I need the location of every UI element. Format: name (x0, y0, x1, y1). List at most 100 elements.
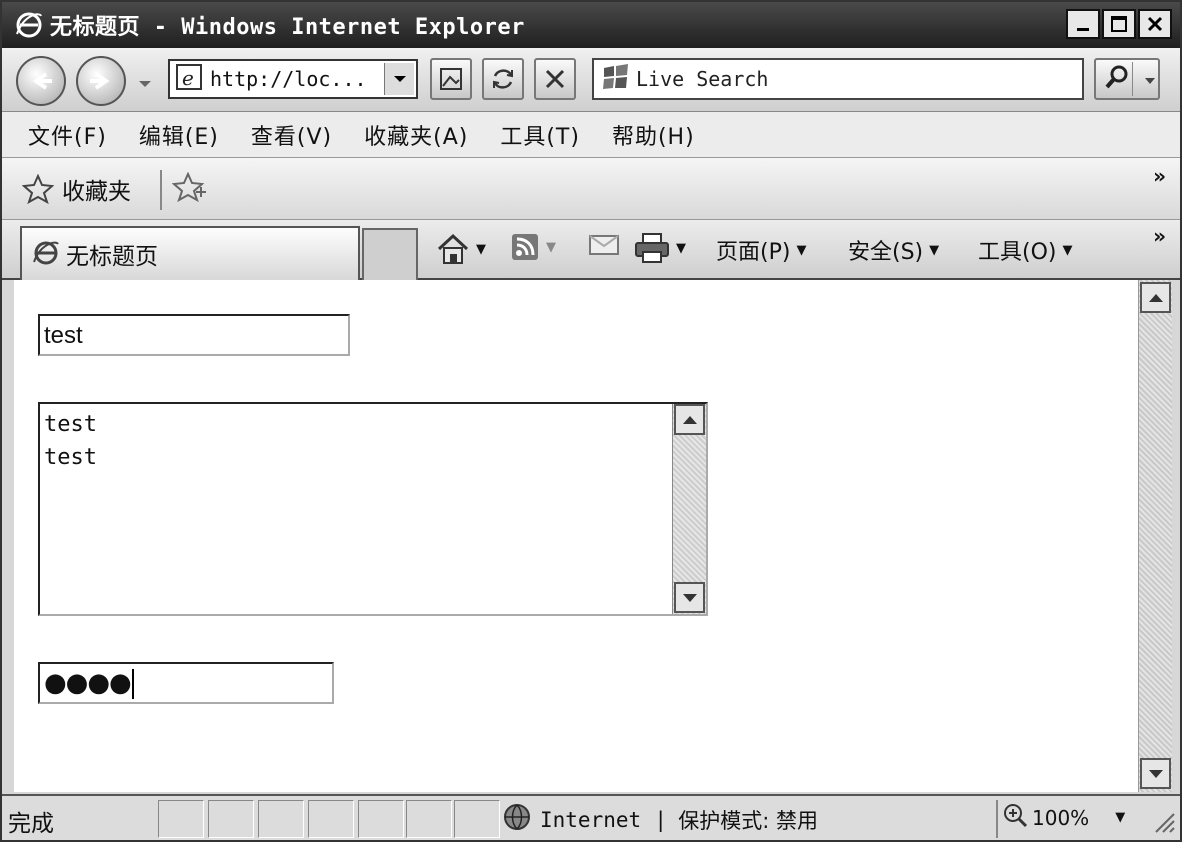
globe-icon (502, 802, 532, 837)
textarea-scroll-up-button[interactable] (674, 404, 705, 435)
page-menu-label: 页面(P) (716, 240, 791, 265)
menu-tools[interactable]: 工具(T) (500, 119, 580, 151)
safety-menu-button[interactable]: 安全(S) ▼ (848, 234, 939, 266)
status-pane (308, 800, 354, 838)
safety-menu-label: 安全(S) (848, 240, 924, 265)
tools-menu-button[interactable]: 工具(O) ▼ (978, 234, 1072, 266)
zoom-control[interactable]: 100% ▼ (1002, 802, 1125, 833)
ie-window: 无标题页 - Windows Internet Explorer e http:… (0, 0, 1182, 842)
resize-grip-icon[interactable] (1152, 810, 1176, 838)
refresh-button[interactable] (482, 58, 524, 100)
page-dropdown-icon: ▼ (796, 242, 807, 258)
textarea-scrollbar[interactable] (672, 404, 706, 614)
home-icon (437, 233, 469, 264)
navigation-bar: e http://loc... Live Search (2, 48, 1180, 112)
command-bar-chevron[interactable]: » (1153, 224, 1166, 248)
textarea-scroll-down-button[interactable] (674, 582, 705, 613)
ie-logo-icon (12, 8, 46, 42)
textarea-line: test (44, 412, 97, 437)
home-button[interactable]: ▼ (436, 232, 486, 266)
tools-dropdown-icon: ▼ (1062, 242, 1073, 258)
text-input[interactable]: test (38, 314, 350, 356)
favorites-star-icon[interactable] (21, 173, 55, 208)
password-input[interactable]: ●●●● (38, 662, 334, 704)
search-options-dropdown[interactable] (1144, 70, 1156, 89)
status-pane (358, 800, 404, 838)
back-arrow-icon (32, 72, 52, 90)
protected-mode-label: 保护模式: 禁用 (678, 808, 818, 833)
forward-arrow-icon (90, 72, 110, 90)
status-pane (454, 800, 500, 838)
address-bar[interactable]: e http://loc... (168, 59, 418, 99)
ie-tab-icon (32, 238, 60, 270)
print-button[interactable]: ▼ (634, 232, 686, 264)
security-zone[interactable]: Internet | 保护模式: 禁用 (502, 802, 818, 837)
password-mask: ●●●● (44, 668, 132, 698)
arrow-down-icon (682, 593, 697, 602)
tools-menu-label: 工具(O) (978, 240, 1057, 265)
favorites-bar-chevron[interactable]: » (1153, 164, 1166, 188)
zoom-level: 100% (1032, 805, 1090, 830)
arrow-up-icon (682, 415, 697, 424)
feeds-button[interactable]: ▼ (510, 232, 556, 262)
title-bar: 无标题页 - Windows Internet Explorer (2, 2, 1180, 48)
page-vertical-scrollbar[interactable] (1138, 280, 1172, 792)
page-scroll-up-button[interactable] (1140, 282, 1171, 313)
menu-help[interactable]: 帮助(H) (612, 119, 695, 151)
recent-pages-dropdown[interactable] (138, 74, 152, 93)
address-dropdown-button[interactable] (384, 63, 414, 95)
print-dropdown-icon[interactable]: ▼ (676, 241, 686, 256)
close-button[interactable] (1138, 9, 1172, 39)
zoom-magnifier-icon (1002, 802, 1028, 833)
rss-feed-icon (512, 234, 538, 260)
menu-edit[interactable]: 编辑(E) (139, 119, 219, 151)
textarea-field[interactable]: test test (38, 402, 708, 616)
read-mail-button[interactable] (588, 232, 620, 258)
status-pane (406, 800, 452, 838)
menu-favorites[interactable]: 收藏夹(A) (364, 119, 468, 151)
compatibility-icon (440, 68, 462, 90)
refresh-icon (493, 69, 513, 89)
command-bar: 无标题页 ▼ ▼ ▼ 页面(P) ▼ 安全(S) ▼ 工具(O) ▼ » (2, 220, 1180, 280)
address-url: http://loc... (210, 67, 367, 91)
status-text: 完成 (8, 811, 54, 837)
mail-icon (589, 235, 619, 255)
magnifier-icon (1104, 64, 1130, 94)
home-dropdown-icon[interactable]: ▼ (476, 242, 486, 257)
text-caret (131, 668, 134, 699)
printer-icon (635, 233, 669, 263)
maximize-button[interactable] (1102, 9, 1136, 39)
textarea-line: test (44, 445, 97, 470)
search-button[interactable] (1094, 58, 1160, 100)
favorites-button-label[interactable]: 收藏夹 (62, 172, 131, 206)
status-pane (258, 800, 304, 838)
forward-button[interactable] (76, 56, 126, 106)
page-scroll-down-button[interactable] (1140, 758, 1171, 789)
status-pane (208, 800, 254, 838)
ie-page-icon: e (176, 64, 202, 94)
compatibility-view-button[interactable] (430, 58, 472, 100)
search-placeholder: Live Search (636, 67, 769, 91)
new-tab-button[interactable] (362, 228, 418, 280)
zoom-dropdown-icon[interactable]: ▼ (1115, 810, 1125, 825)
favorites-separator (160, 170, 162, 210)
menu-file[interactable]: 文件(F) (28, 119, 107, 151)
status-pane (158, 800, 204, 838)
text-input-value: test (44, 322, 83, 349)
menu-view[interactable]: 查看(V) (251, 119, 332, 151)
add-to-favorites-bar-icon[interactable] (171, 171, 208, 208)
page-content: test test test ●●●● (14, 280, 1138, 792)
back-button[interactable] (16, 56, 66, 106)
page-menu-button[interactable]: 页面(P) ▼ (716, 234, 806, 266)
zone-separator: | (657, 807, 665, 832)
stop-button[interactable] (534, 58, 576, 100)
favorites-bar: 收藏夹 » (2, 158, 1180, 220)
svg-text:e: e (182, 66, 194, 90)
stop-x-icon (545, 69, 565, 89)
minimize-button[interactable] (1066, 9, 1100, 39)
search-box[interactable]: Live Search (592, 58, 1084, 100)
tab-title: 无标题页 (66, 244, 158, 270)
feeds-dropdown-icon[interactable]: ▼ (546, 240, 556, 255)
tab-untitled[interactable]: 无标题页 (20, 226, 360, 280)
status-bar: 完成 Internet | 保护模式: 禁用 100% ▼ (2, 794, 1180, 840)
